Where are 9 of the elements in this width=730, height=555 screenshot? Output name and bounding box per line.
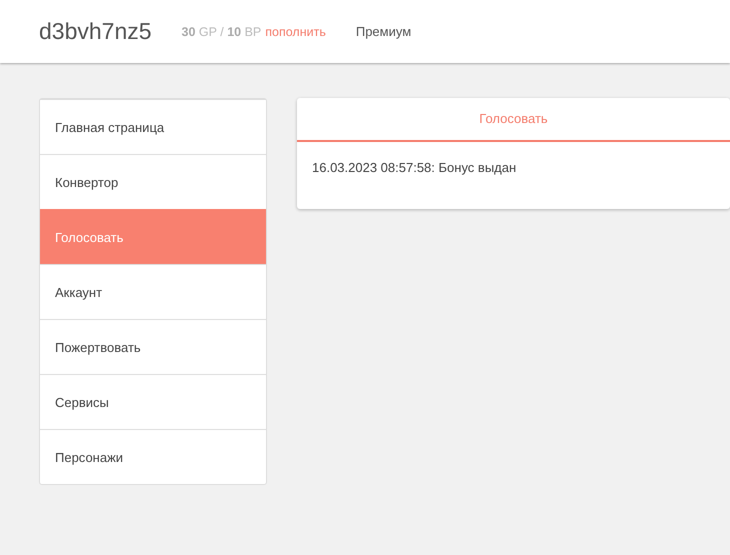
sidebar-item[interactable]: Персонажи (40, 429, 266, 484)
balance-text: 30 GP / 10 BP (182, 24, 262, 38)
sidebar-item[interactable]: Аккаунт (40, 264, 266, 319)
premium-link[interactable]: Премиум (356, 24, 412, 39)
sidebar-item[interactable]: Сервисы (40, 374, 266, 429)
log-message: 16.03.2023 08:57:58: Бонус выдан (311, 159, 518, 175)
sidebar-item[interactable]: Пожертвовать (40, 319, 266, 374)
username: d3bvh7nz5 (39, 18, 152, 45)
sidebar-item[interactable]: Главная страница (40, 99, 266, 154)
